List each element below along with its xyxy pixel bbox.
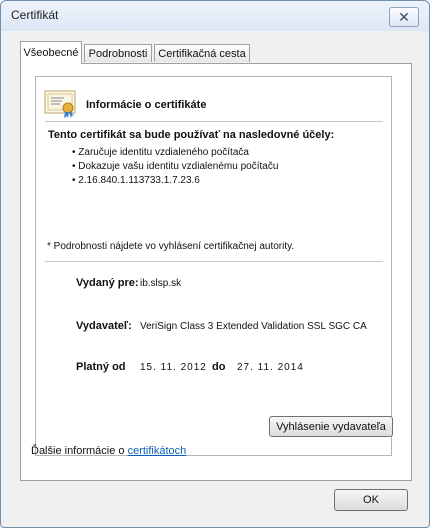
certificate-icon: [44, 90, 76, 118]
valid-from-label: Platný od: [76, 361, 126, 373]
issued-to-label: Vydaný pre:: [76, 277, 139, 289]
purpose-heading: Tento certifikát sa bude používať na nas…: [48, 129, 335, 141]
issuer-label: Vydavateľ:: [76, 320, 132, 332]
issuer-statement-button[interactable]: Vyhlásenie vydavateľa: [269, 416, 393, 437]
purpose-list: • Zaručuje identitu vzdialeného počítača…: [72, 146, 278, 188]
tab-certifikacna-cesta[interactable]: Certifikačná cesta: [154, 44, 250, 62]
title-bar[interactable]: Certifikát ✕: [1, 1, 429, 31]
close-button[interactable]: ✕: [389, 7, 419, 27]
valid-to-label: do: [212, 361, 226, 373]
certificates-link[interactable]: certifikátoch: [128, 445, 187, 457]
certificate-info-box: Informácie o certifikáte Tento certifiká…: [35, 76, 392, 456]
tab-podrobnosti[interactable]: Podrobnosti: [84, 44, 152, 62]
valid-from-value: 15. 11. 2012: [140, 362, 207, 373]
info-header-title: Informácie o certifikáte: [86, 99, 207, 111]
more-info: Ďalšie informácie o certifikátoch: [31, 445, 186, 457]
issued-to-value: ib.slsp.sk: [140, 278, 182, 289]
general-tab-panel: Informácie o certifikáte Tento certifiká…: [20, 63, 412, 481]
close-icon: ✕: [398, 9, 410, 25]
header-divider: [45, 121, 383, 122]
authority-note: * Podrobnosti nájdete vo vyhlásení certi…: [47, 241, 295, 252]
note-divider: [45, 261, 383, 262]
list-item: • Dokazuje vašu identitu vzdialenému poč…: [72, 161, 279, 172]
tab-vseobecne[interactable]: Všeobecné: [20, 41, 82, 64]
ok-button[interactable]: OK: [334, 489, 408, 511]
window-title: Certifikát: [11, 8, 59, 22]
certificate-dialog: Certifikát ✕ Všeobecné Podrobnosti Certi…: [0, 0, 430, 528]
issuer-value: VeriSign Class 3 Extended Validation SSL…: [140, 321, 367, 332]
valid-to-value: 27. 11. 2014: [237, 362, 304, 373]
list-item: • 2.16.840.1.113733.1.7.23.6: [72, 175, 200, 186]
more-info-text: Ďalšie informácie o: [31, 445, 128, 457]
list-item: • Zaručuje identitu vzdialeného počítača: [72, 147, 249, 158]
